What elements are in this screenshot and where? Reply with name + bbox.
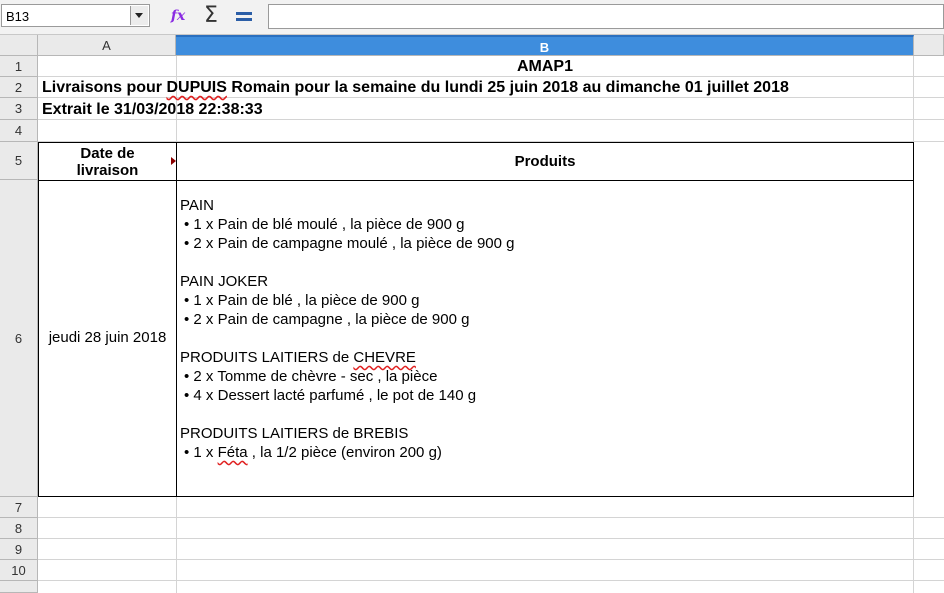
header-date-label: Date de livraison (76, 144, 139, 179)
product-group-title: PAIN (180, 197, 214, 214)
row-header-10[interactable]: 10 (0, 560, 38, 581)
row-header-5[interactable]: 5 (0, 142, 38, 180)
item-label: , la 1/2 pièce (environ 200 g) (247, 444, 442, 461)
name-box-dropdown-icon[interactable] (130, 6, 148, 25)
gridline (38, 97, 944, 98)
gridline (38, 559, 944, 560)
header-date-cell[interactable]: Date de livraison (39, 143, 176, 180)
product-group-title: PRODUITS LAITIERS de BREBIS (180, 425, 409, 442)
cell-a2-suffix: Romain pour la semaine du lundi 25 juin … (226, 79, 789, 96)
item-label: Pain de blé , la pièce de 900 g (217, 292, 420, 309)
sum-icon[interactable]: Σ (199, 5, 223, 27)
item-quantity: • 1 x (184, 216, 218, 233)
item-quantity: • 1 x (184, 292, 218, 309)
item-quantity: • 1 x (184, 444, 218, 461)
cell-a2-delivery-info[interactable]: Livraisons pour DUPUIS Romain pour la se… (42, 79, 789, 97)
function-wizard-icon[interactable]: fx (166, 5, 190, 27)
row-header-3[interactable]: 3 (0, 98, 38, 120)
cell-b1-title[interactable]: AMAP1 (176, 58, 914, 76)
products-cell[interactable]: PAIN • 1 x Pain de blé moulé , la pièce … (180, 196, 910, 462)
product-item: • 1 x Pain de blé , la pièce de 900 g (180, 291, 910, 310)
name-box[interactable]: B13 (1, 4, 150, 27)
item-label: Tomme de chèvre - sec , la pièce (217, 368, 438, 385)
select-all-corner[interactable] (0, 35, 38, 56)
gridline (176, 497, 177, 593)
gridline (38, 119, 944, 120)
formula-input[interactable] (268, 4, 944, 29)
product-item: • 2 x Pain de campagne moulé , la pièce … (180, 234, 910, 253)
gridline (38, 580, 944, 581)
item-quantity: • 2 x (184, 368, 218, 385)
item-label: Dessert lacté parfumé , le pot de 140 g (217, 387, 477, 404)
row-header-1[interactable]: 1 (0, 56, 38, 77)
cell-a2-prefix: Livraisons pour (42, 79, 167, 96)
equals-icon[interactable] (232, 5, 256, 27)
delivery-date-cell[interactable]: jeudi 28 juin 2018 (39, 329, 176, 346)
product-group-title: PRODUITS LAITIERS de CHEVRE (180, 348, 910, 367)
item-quantity: • 2 x (184, 311, 218, 328)
product-item: • 4 x Dessert lacté parfumé , le pot de … (180, 386, 910, 405)
gridline (38, 538, 944, 539)
item-label: Pain de campagne , la pièce de 900 g (217, 311, 470, 328)
row-header-9[interactable]: 9 (0, 539, 38, 560)
cell-a3-extract-date[interactable]: Extrait le 31/03/2018 22:38:33 (42, 101, 263, 119)
header-products-cell[interactable]: Produits (177, 143, 913, 180)
row-header-11[interactable] (0, 581, 38, 593)
product-item: • 2 x Pain de campagne , la pièce de 900… (180, 310, 910, 329)
item-quantity: • 2 x (184, 235, 218, 252)
item-label: Pain de blé moulé , la pièce de 900 g (217, 216, 465, 233)
row-header-6[interactable]: 6 (0, 180, 38, 497)
misspelled-word: Féta (217, 444, 248, 461)
gridline (38, 76, 944, 77)
comment-indicator-icon[interactable] (171, 157, 176, 165)
item-label: Pain de campagne moulé , la pièce de 900… (217, 235, 515, 252)
table-column-divider (176, 142, 177, 497)
misspelled-name: DUPUIS (166, 79, 227, 96)
product-group-title: PAIN JOKER (180, 273, 269, 290)
product-item: • 2 x Tomme de chèvre - sec , la pièce (180, 367, 910, 386)
row-header-4[interactable]: 4 (0, 120, 38, 142)
gridline (38, 517, 944, 518)
product-item: • 1 x Pain de blé moulé , la pièce de 90… (180, 215, 910, 234)
row-header-2[interactable]: 2 (0, 77, 38, 98)
name-box-value[interactable]: B13 (6, 9, 29, 24)
row-header-8[interactable]: 8 (0, 518, 38, 539)
group-title-prefix: PRODUITS LAITIERS de (180, 349, 354, 366)
table-header-divider (38, 180, 914, 181)
column-header-b[interactable]: B (176, 35, 914, 56)
misspelled-word: CHEVRE (353, 349, 416, 366)
item-quantity: • 4 x (184, 387, 218, 404)
column-header-a[interactable]: A (38, 35, 176, 56)
row-header-7[interactable]: 7 (0, 497, 38, 518)
product-item: • 1 x Féta , la 1/2 pièce (environ 200 g… (180, 443, 910, 462)
column-header-c[interactable] (914, 35, 944, 56)
